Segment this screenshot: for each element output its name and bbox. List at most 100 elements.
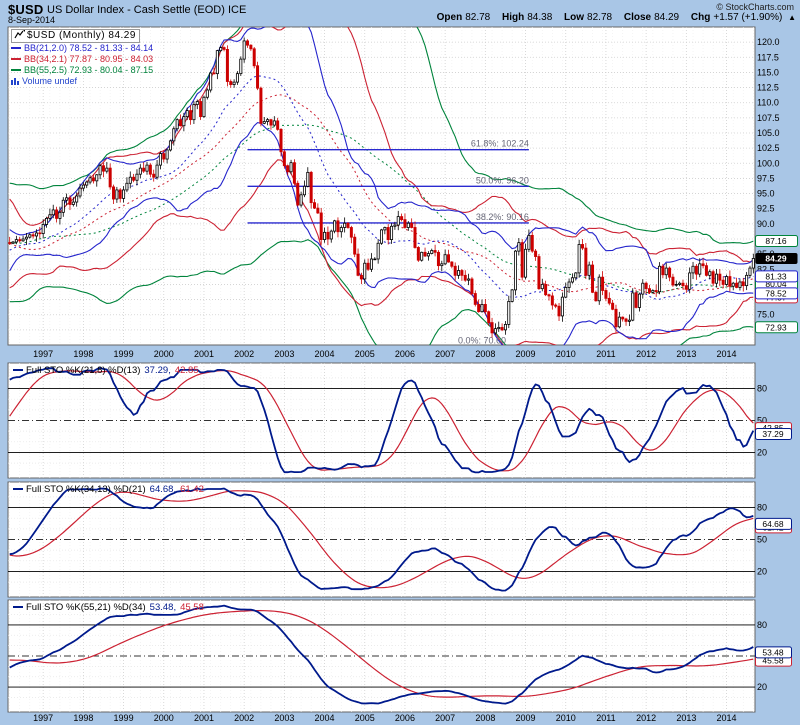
- sto2-d-value: 61.42: [180, 484, 204, 495]
- bb21-legend: BB(21,2.0) 78.52 - 81.33 - 84.14: [11, 43, 153, 54]
- chg-value: +1.57 (+1.90%): [713, 12, 782, 23]
- sto1-name: Full STO %K(21,8) %D(13): [26, 365, 140, 376]
- chart-title: US Dollar Index - Cash Settle (EOD) ICE: [47, 4, 246, 16]
- svg-text:50.0%: 96.20: 50.0%: 96.20: [476, 175, 529, 185]
- svg-text:2009: 2009: [516, 349, 536, 359]
- sto-panel-3: 80502045.5853.48: [8, 600, 792, 712]
- svg-text:2003: 2003: [274, 713, 294, 723]
- sto3-name: Full STO %K(55,21) %D(34): [26, 602, 146, 613]
- svg-text:105.0: 105.0: [757, 128, 780, 138]
- svg-text:92.5: 92.5: [757, 204, 775, 214]
- svg-text:2009: 2009: [516, 713, 536, 723]
- close-label: Close: [624, 12, 651, 23]
- svg-text:2013: 2013: [676, 349, 696, 359]
- sto2-name: Full STO %K(34,13) %D(21): [26, 484, 146, 495]
- svg-text:72.93: 72.93: [765, 322, 787, 332]
- svg-text:84.29: 84.29: [765, 253, 787, 263]
- sto1-legend: Full STO %K(21,8) %D(13)37.29,42.85: [13, 365, 199, 376]
- svg-text:20: 20: [757, 682, 767, 692]
- svg-text:97.5: 97.5: [757, 173, 775, 183]
- svg-text:2007: 2007: [435, 713, 455, 723]
- svg-text:1997: 1997: [33, 713, 53, 723]
- copyright: © StockCharts.com: [716, 2, 794, 12]
- svg-text:2004: 2004: [315, 713, 335, 723]
- bb34-legend-text: BB(34,2.1) 77.87 - 80.95 - 84.03: [24, 54, 153, 64]
- sto2-legend: Full STO %K(34,13) %D(21) 64.68, 61.42: [13, 484, 204, 495]
- svg-text:1999: 1999: [114, 349, 134, 359]
- bb21-legend-text: BB(21,2.0) 78.52 - 81.33 - 84.14: [24, 43, 153, 53]
- symbol-legend-row: $USD (Monthly) 84.29: [11, 29, 140, 43]
- bb55-line-sample: [11, 69, 21, 71]
- svg-text:38.2%: 90.16: 38.2%: 90.16: [476, 212, 529, 222]
- bb34-line-sample: [11, 58, 21, 60]
- svg-text:2012: 2012: [636, 713, 656, 723]
- svg-text:2007: 2007: [435, 349, 455, 359]
- svg-text:2005: 2005: [355, 713, 375, 723]
- svg-text:50: 50: [757, 535, 767, 545]
- svg-text:2012: 2012: [636, 349, 656, 359]
- bb21-line-sample: [11, 47, 21, 49]
- svg-text:2002: 2002: [234, 713, 254, 723]
- open-value: 82.78: [465, 12, 490, 23]
- svg-text:78.52: 78.52: [765, 288, 787, 298]
- svg-text:90.0: 90.0: [757, 219, 775, 229]
- svg-text:20: 20: [757, 447, 767, 457]
- bottom-axis: 1997199819992000200120022003200420052006…: [33, 713, 736, 723]
- sto3-legend: Full STO %K(55,21) %D(34) 53.48, 45.58: [13, 602, 204, 613]
- svg-text:2010: 2010: [556, 713, 576, 723]
- svg-text:102.5: 102.5: [757, 143, 780, 153]
- svg-text:2008: 2008: [475, 713, 495, 723]
- chg-label: Chg: [691, 12, 710, 23]
- svg-text:2000: 2000: [154, 713, 174, 723]
- sto2-k-value: 64.68,: [150, 484, 176, 495]
- svg-text:2014: 2014: [717, 349, 737, 359]
- svg-text:2006: 2006: [395, 713, 415, 723]
- svg-text:2002: 2002: [234, 349, 254, 359]
- sto3-k-value: 53.48,: [150, 602, 176, 613]
- svg-text:0.0%: 70.60: 0.0%: 70.60: [458, 335, 506, 345]
- svg-text:112.5: 112.5: [757, 83, 779, 93]
- svg-text:2001: 2001: [194, 713, 214, 723]
- svg-text:2013: 2013: [676, 713, 696, 723]
- svg-text:2003: 2003: [274, 349, 294, 359]
- up-arrow-icon: ▲: [788, 13, 796, 22]
- sto3-d-value: 45.58: [180, 602, 204, 613]
- sto1-k-value: 37.29,: [144, 365, 170, 376]
- svg-text:100.0: 100.0: [757, 158, 780, 168]
- svg-text:2000: 2000: [154, 349, 174, 359]
- close-value: 84.29: [654, 12, 679, 23]
- svg-text:2006: 2006: [395, 349, 415, 359]
- k-line-sample: [13, 369, 23, 371]
- svg-text:2011: 2011: [596, 349, 615, 359]
- svg-text:75.0: 75.0: [757, 310, 775, 320]
- low-value: 82.78: [587, 12, 612, 23]
- volume-legend-text: Volume undef: [22, 76, 77, 86]
- bb55-legend: BB(55,2.5) 72.93 - 80.04 - 87.15: [11, 65, 153, 76]
- svg-text:87.16: 87.16: [765, 236, 787, 246]
- bb55-legend-text: BB(55,2.5) 72.93 - 80.04 - 87.15: [24, 65, 153, 75]
- bb34-legend: BB(34,2.1) 77.87 - 80.95 - 84.03: [11, 54, 153, 65]
- high-value: 84.38: [527, 12, 552, 23]
- volume-legend: Volume undef: [11, 76, 153, 87]
- svg-text:64.68: 64.68: [762, 519, 784, 529]
- svg-text:117.5: 117.5: [757, 52, 779, 62]
- low-label: Low: [564, 12, 584, 23]
- open-label: Open: [437, 12, 463, 23]
- svg-text:80: 80: [757, 503, 767, 513]
- svg-text:61.8%: 102.24: 61.8%: 102.24: [471, 139, 529, 149]
- high-label: High: [502, 12, 524, 23]
- stockcharts-chart: 72.575.077.580.082.585.087.590.092.595.0…: [0, 0, 800, 725]
- svg-text:2014: 2014: [717, 713, 737, 723]
- sto-panel-1: 80502042.8537.29: [8, 363, 792, 478]
- svg-text:2011: 2011: [596, 713, 615, 723]
- k-line-sample: [13, 606, 23, 608]
- svg-text:53.48: 53.48: [762, 647, 784, 657]
- svg-text:110.0: 110.0: [757, 98, 779, 108]
- main-legend: $USD (Monthly) 84.29 BB(21,2.0) 78.52 - …: [11, 29, 153, 87]
- volume-icon: [11, 77, 20, 85]
- svg-text:80: 80: [757, 620, 767, 630]
- svg-text:81.33: 81.33: [765, 271, 787, 281]
- svg-text:2005: 2005: [355, 349, 375, 359]
- svg-text:37.29: 37.29: [762, 429, 784, 439]
- symbol-legend-text: $USD (Monthly) 84.29: [27, 30, 136, 41]
